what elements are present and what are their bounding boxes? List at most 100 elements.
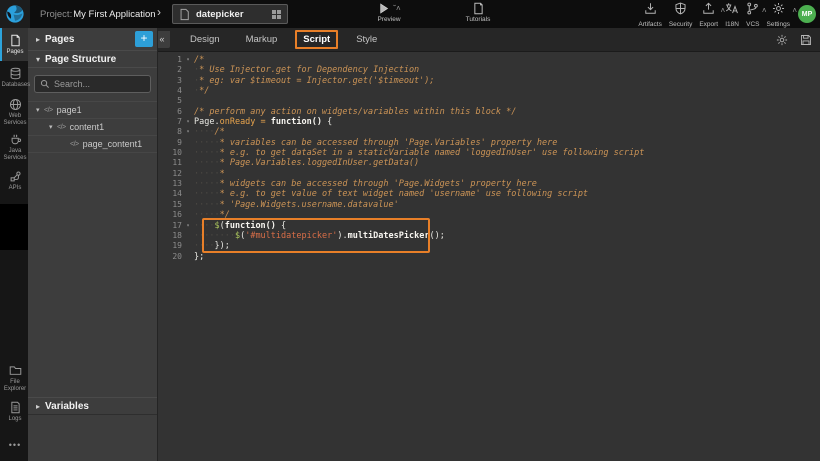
rail-item-apis[interactable]: APIs bbox=[0, 164, 28, 197]
code-line-18: 18········$('#multidatepicker').multiDat… bbox=[158, 231, 820, 241]
page-tab-datepicker[interactable]: datepicker bbox=[172, 4, 288, 24]
tree-node-page1[interactable]: ▾</>page1 bbox=[28, 102, 157, 119]
fold-arrow-icon[interactable]: ▾ bbox=[182, 55, 194, 65]
code-line-16: 16·····*/ bbox=[158, 210, 820, 220]
add-page-button[interactable]: + bbox=[135, 31, 153, 47]
rail-item-java-services[interactable]: Java Services bbox=[0, 129, 28, 164]
vcs-button[interactable]: VCS˄ bbox=[746, 2, 759, 28]
export-label: Export bbox=[699, 21, 718, 28]
code-line-12: 12·····* bbox=[158, 169, 820, 179]
project-name: My First Application bbox=[73, 9, 155, 20]
editor-code: 1▾/*2·* Use Injector.get for Dependency … bbox=[158, 55, 820, 262]
code-line-8: 8▾····/* bbox=[158, 127, 820, 137]
settings-button[interactable]: Settings˄ bbox=[767, 2, 791, 28]
preview-caret-icon[interactable]: ˘︎˄ bbox=[393, 5, 400, 13]
i18n-button[interactable]: I18N bbox=[725, 2, 739, 28]
code-line-10: 10·····* e.g. to get dataSet in a static… bbox=[158, 148, 820, 158]
artifacts-icon bbox=[644, 2, 657, 20]
security-button[interactable]: Security bbox=[669, 2, 692, 28]
tab-script[interactable]: Script bbox=[295, 30, 338, 49]
user-avatar[interactable]: MP bbox=[798, 5, 816, 23]
rail-label: Logs bbox=[2, 416, 29, 423]
rail-item-pages[interactable]: Pages bbox=[0, 28, 28, 61]
search-box[interactable] bbox=[34, 75, 151, 93]
save-icon[interactable] bbox=[800, 34, 812, 46]
export-button[interactable]: Export˄ bbox=[699, 2, 718, 28]
preview-button[interactable]: ˘︎˄ Preview bbox=[366, 2, 412, 23]
variables-arrow-icon[interactable]: ▸ bbox=[36, 402, 40, 411]
rail-label: Web Services bbox=[2, 113, 29, 126]
fold-gutter bbox=[182, 86, 194, 96]
line-number: 3 bbox=[158, 76, 182, 86]
fold-arrow-icon[interactable]: ▾ bbox=[182, 221, 194, 231]
tree-node-content1[interactable]: ▾</>content1 bbox=[28, 119, 157, 136]
fold-gutter bbox=[182, 189, 194, 199]
editor-settings-gear-icon[interactable] bbox=[776, 34, 788, 46]
main-area: « DesignMarkupScriptStyle 1▾/*2· bbox=[158, 28, 820, 461]
tree-expand-icon[interactable]: ▾ bbox=[49, 123, 57, 131]
line-number: 16 bbox=[158, 210, 182, 220]
rail-label: File Explorer bbox=[2, 379, 29, 392]
apis-icon bbox=[9, 170, 22, 183]
project-label: Project: bbox=[40, 9, 72, 20]
search-area bbox=[28, 68, 157, 102]
editor-tabs: Design Markup Script Style bbox=[182, 30, 395, 49]
line-number: 12 bbox=[158, 169, 182, 179]
fold-gutter bbox=[182, 241, 194, 251]
page-structure-arrow-icon[interactable]: ▾ bbox=[36, 55, 40, 64]
variables-title: Variables bbox=[45, 401, 89, 412]
rail-item-databases[interactable]: Databases bbox=[0, 61, 28, 94]
search-input[interactable] bbox=[54, 79, 144, 89]
pages-collapse-arrow-icon[interactable]: ▸ bbox=[36, 35, 40, 44]
tab-design[interactable]: Design bbox=[182, 30, 228, 49]
variables-section-header[interactable]: ▸ Variables bbox=[28, 397, 157, 415]
fold-gutter bbox=[182, 158, 194, 168]
page-structure-header[interactable]: ▾ Page Structure bbox=[28, 50, 157, 68]
editor-tabbar: « DesignMarkupScriptStyle bbox=[158, 28, 820, 52]
search-icon bbox=[40, 79, 50, 89]
fold-arrow-icon[interactable]: ▾ bbox=[182, 117, 194, 127]
fold-arrow-icon[interactable]: ▾ bbox=[182, 127, 194, 137]
project-breadcrumb: Project: My First Application bbox=[40, 0, 156, 28]
page-file-icon bbox=[179, 8, 190, 21]
i18n-icon bbox=[725, 2, 739, 20]
tutorials-button[interactable]: Tutorials bbox=[458, 2, 498, 23]
code-line-14: 14·····* e.g. to get value of text widge… bbox=[158, 189, 820, 199]
script-code-editor[interactable]: 1▾/*2·* Use Injector.get for Dependency … bbox=[158, 52, 820, 461]
rail-item-web-services[interactable]: Web Services bbox=[0, 94, 28, 129]
line-number: 18 bbox=[158, 231, 182, 241]
breadcrumb-chevron-icon: › bbox=[157, 5, 161, 19]
rail-spacer bbox=[0, 250, 28, 360]
code-line-1: 1▾/* bbox=[158, 55, 820, 65]
app-logo-icon[interactable] bbox=[0, 0, 30, 28]
line-number: 1 bbox=[158, 55, 182, 65]
rail-item-file-explorer[interactable]: File Explorer bbox=[0, 360, 28, 395]
tab-style[interactable]: Style bbox=[348, 30, 385, 49]
wavemaker-logo-icon bbox=[5, 4, 25, 24]
play-icon bbox=[377, 2, 390, 15]
line-number: 9 bbox=[158, 138, 182, 148]
rail-item-more[interactable]: ••• bbox=[0, 428, 28, 461]
java-services-icon bbox=[9, 133, 22, 146]
rail-label: Java Services bbox=[2, 148, 29, 161]
settings-label: Settings bbox=[767, 21, 791, 28]
code-line-13: 13·····* widgets can be accessed through… bbox=[158, 179, 820, 189]
security-icon bbox=[674, 2, 687, 20]
tree-node-page_content1[interactable]: </>page_content1 bbox=[28, 136, 157, 153]
line-number: 6 bbox=[158, 107, 182, 117]
tree-expand-icon[interactable]: ▾ bbox=[36, 106, 44, 114]
tab-markup[interactable]: Markup bbox=[238, 30, 286, 49]
fold-gutter bbox=[182, 76, 194, 86]
tree-node-label: content1 bbox=[70, 122, 105, 132]
rail-dark-region bbox=[0, 204, 28, 250]
settings-caret-icon[interactable]: ˄ bbox=[792, 7, 797, 15]
rail-item-logs[interactable]: Logs bbox=[0, 395, 28, 428]
left-rail: PagesDatabases Web Services Java Services A… bbox=[0, 28, 28, 461]
fold-gutter bbox=[182, 210, 194, 220]
pages-panel: ▸ Pages + ▾ Page Structure ▾</>page1▾</>… bbox=[28, 28, 158, 461]
page-switcher-grid-icon[interactable] bbox=[272, 10, 281, 19]
fold-gutter bbox=[182, 107, 194, 117]
code-line-19: 19····}); bbox=[158, 241, 820, 251]
pages-panel-header[interactable]: ▸ Pages + bbox=[28, 28, 157, 50]
artifacts-button[interactable]: Artifacts bbox=[638, 2, 661, 28]
